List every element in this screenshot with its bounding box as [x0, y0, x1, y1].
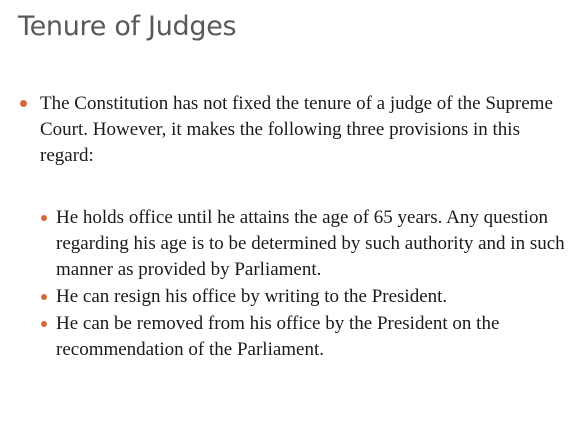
sub-bullet-item: He can be removed from his office by the…: [40, 311, 568, 363]
sub-bullet-dot-icon: [41, 294, 47, 300]
slide-title: Tenure of Judges: [18, 11, 237, 42]
sub-bullet-item: He can resign his office by writing to t…: [40, 284, 568, 310]
sub-bullet-dot-icon: [41, 215, 47, 221]
slide-content: The Constitution has not fixed the tenur…: [18, 91, 566, 169]
sub-bullet-text: He can be removed from his office by the…: [56, 313, 500, 360]
sub-bullet-list: He holds office until he attains the age…: [40, 205, 568, 363]
sub-bullet-item: He holds office until he attains the age…: [40, 205, 568, 283]
slide: Tenure of Judges The Constitution has no…: [0, 0, 579, 442]
bullet-text: The Constitution has not fixed the tenur…: [40, 93, 553, 166]
bullet-dot-icon: [20, 100, 27, 107]
sub-bullet-dot-icon: [41, 321, 47, 327]
bullet-list: The Constitution has not fixed the tenur…: [18, 91, 566, 169]
sub-bullet-text: He holds office until he attains the age…: [56, 207, 565, 280]
bullet-item: The Constitution has not fixed the tenur…: [18, 91, 566, 169]
sub-bullet-text: He can resign his office by writing to t…: [56, 286, 448, 307]
